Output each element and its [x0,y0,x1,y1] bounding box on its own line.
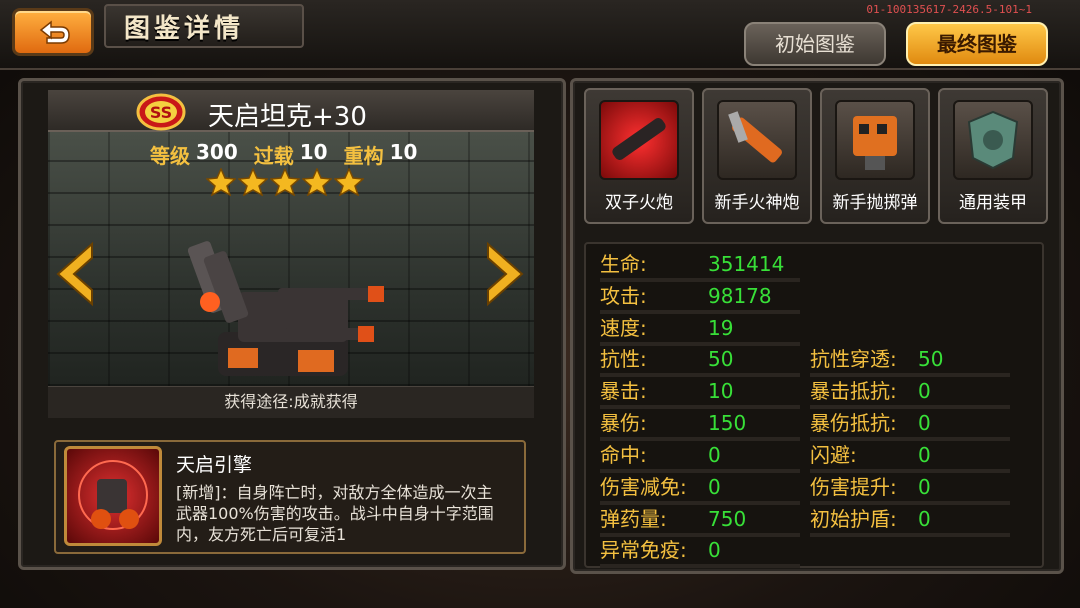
star-icon [270,168,300,196]
armor-icon [953,100,1033,180]
prev-unit-arrow-icon[interactable] [52,240,96,308]
tab-final-codex[interactable]: 最终图鉴 [906,22,1048,66]
skill-tank-icon [78,460,148,530]
attr-damage-reduction: 伤害减免: 0 [600,475,800,505]
unit-name: 天启坦克+30 [208,102,367,132]
version-text: 01-100135617-2426.5-101~1 [866,3,1032,16]
rebuild-value: 10 [389,140,418,164]
attr-initial-shield: 初始护盾: 0 [810,507,1010,537]
tank-model-image [188,241,384,376]
equip-slot-twin-cannon[interactable]: 双子火炮 [584,88,694,224]
back-button[interactable] [12,8,94,56]
attr-attack: 攻击: 98178 [600,284,799,314]
unit-stats: 等级 300 过载 10 重构 10 [150,140,427,169]
rebuild-label: 重构 [343,144,384,168]
level-value: 300 [196,140,238,164]
grenade-launcher-icon [835,100,915,180]
star-icon [334,168,364,196]
star-icon [206,168,236,196]
equip-slot-grenade-launcher[interactable]: 新手抛掷弹 [820,88,930,224]
next-unit-arrow-icon[interactable] [484,240,528,308]
attr-hp: 生命: 351414 [600,252,799,282]
skill-name: 天启引擎 [176,454,253,476]
skill-description: [新增]：自身阵亡时，对敌方全体造成一次主武器100%伤害的攻击。战斗中自身十字… [176,483,494,544]
skill-engine-icon[interactable] [64,446,162,546]
equip-slot-vulcan-cannon[interactable]: 新手火神炮 [702,88,812,224]
attr-speed: 速度: 19 [600,316,799,346]
attr-dodge: 闪避: 0 [810,443,1009,473]
equip-label: 新手抛掷弹 [832,193,918,213]
star-icon [302,168,332,196]
rank-badge-icon: SS [136,93,186,131]
attr-crit-damage: 暴伤: 150 [600,411,799,441]
star-icon [238,168,268,196]
attr-resistance: 抗性: 50 [600,347,799,377]
rank-label: SS [150,103,172,122]
twin-cannon-icon [599,100,679,180]
attr-damage-boost: 伤害提升: 0 [810,475,1010,505]
equip-label: 通用装甲 [959,193,1027,213]
back-arrow-icon [39,20,70,44]
vulcan-cannon-icon [717,100,797,180]
source-text: 获得途径:成就获得 [48,386,534,418]
overload-label: 过载 [253,144,294,168]
star-rating [206,168,364,196]
attr-crit: 暴击: 10 [600,379,799,409]
attr-status-immunity: 异常免疫: 0 [600,538,800,568]
equip-label: 双子火炮 [605,193,673,213]
attr-crit-damage-resist: 暴伤抵抗: 0 [810,411,1010,441]
level-label: 等级 [150,144,190,168]
page-title: 图鉴详情 [124,14,245,44]
equip-label: 新手火神炮 [714,193,800,213]
overload-value: 10 [299,140,328,164]
attr-crit-resist: 暴击抵抗: 0 [810,379,1010,409]
attr-ammo: 弹药量: 750 [600,507,800,537]
attr-hit: 命中: 0 [600,443,799,473]
equip-slot-armor[interactable]: 通用装甲 [938,88,1048,224]
tab-initial-codex[interactable]: 初始图鉴 [744,22,886,66]
attr-resistance-penetration: 抗性穿透: 50 [810,347,1010,377]
